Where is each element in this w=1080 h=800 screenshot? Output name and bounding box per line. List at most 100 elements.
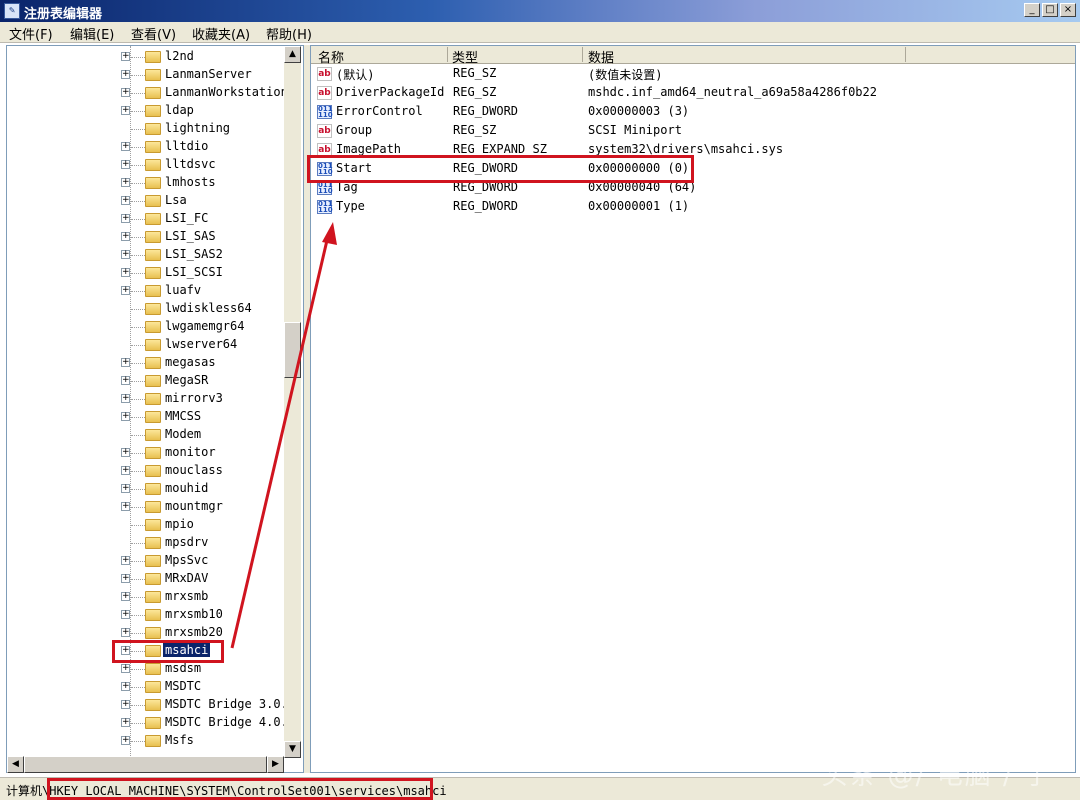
tree-item[interactable]: + Lsa [7, 192, 287, 210]
expand-toggle-icon[interactable]: + [121, 628, 130, 637]
expand-toggle-icon[interactable]: + [121, 448, 130, 457]
expand-toggle-icon[interactable]: + [121, 412, 130, 421]
expand-toggle-icon[interactable]: + [121, 682, 130, 691]
menu-view[interactable]: 查看(V) [131, 24, 176, 43]
tree-item[interactable]: + mountmgr [7, 498, 287, 516]
expand-toggle-icon[interactable]: + [121, 484, 130, 493]
value-row[interactable]: ab Group REG_SZ SCSI Miniport [311, 122, 1071, 141]
tree-item[interactable]: + LanmanWorkstation [7, 84, 288, 102]
expand-toggle-icon[interactable]: + [121, 286, 130, 295]
column-header-type[interactable]: 类型 [452, 47, 478, 66]
column-divider[interactable] [447, 47, 448, 62]
expand-toggle-icon[interactable]: + [121, 358, 130, 367]
maximize-button[interactable]: □ [1042, 3, 1058, 17]
close-button[interactable]: × [1060, 3, 1076, 17]
tree-item[interactable]: mpsdrv [7, 534, 287, 552]
tree-vertical-scrollbar[interactable]: ▲ ▼ [284, 46, 301, 758]
scroll-thumb[interactable] [284, 322, 301, 378]
menu-edit[interactable]: 编辑(E) [70, 24, 114, 43]
tree-item[interactable]: + MegaSR [7, 372, 287, 390]
expand-toggle-icon[interactable]: + [121, 556, 130, 565]
registry-tree[interactable]: + l2nd + LanmanServer + LanmanWorkstation + lda… [6, 45, 304, 773]
column-divider[interactable] [905, 47, 906, 62]
column-divider[interactable] [582, 47, 583, 62]
expand-toggle-icon[interactable]: + [121, 160, 130, 169]
tree-item[interactable]: lwdiskless64 [7, 300, 287, 318]
scroll-left-button[interactable]: ◀ [7, 756, 24, 773]
tree-item[interactable]: + megasas [7, 354, 287, 372]
value-row[interactable]: ab (默认) REG_SZ (数值未设置) [311, 65, 1071, 84]
expand-toggle-icon[interactable]: + [121, 196, 130, 205]
menu-help[interactable]: 帮助(H) [266, 24, 312, 43]
expand-toggle-icon[interactable]: + [121, 664, 130, 673]
expand-toggle-icon[interactable]: + [121, 574, 130, 583]
tree-item[interactable]: lwgamemgr64 [7, 318, 287, 336]
value-row[interactable]: 011 110 ErrorControl REG_DWORD 0x00000003 (… [311, 103, 1071, 122]
menu-favorites[interactable]: 收藏夹(A) [192, 24, 250, 43]
tree-item[interactable]: Modem [7, 426, 287, 444]
expand-toggle-icon[interactable]: + [121, 268, 130, 277]
tree-item[interactable]: + mrxsmb [7, 588, 287, 606]
expand-toggle-icon[interactable]: + [121, 466, 130, 475]
tree-item[interactable]: + LSI_SAS [7, 228, 287, 246]
expand-toggle-icon[interactable]: + [121, 52, 130, 61]
tree-item[interactable]: + MSDTC Bridge 3.0.0 [7, 696, 295, 714]
menu-file[interactable]: 文件(F) [9, 24, 53, 43]
tree-item[interactable]: + mouclass [7, 462, 287, 480]
tree-item[interactable]: + lltdsvc [7, 156, 287, 174]
expand-toggle-icon[interactable]: + [121, 736, 130, 745]
tree-item[interactable]: + ldap [7, 102, 287, 120]
menu-bar: 文件(F) 编辑(E) 查看(V) 收藏夹(A) 帮助(H) [0, 22, 1080, 43]
tree-item[interactable]: + LSI_SCSI [7, 264, 287, 282]
expand-toggle-icon[interactable]: + [121, 214, 130, 223]
tree-item[interactable]: + MSDTC Bridge 4.0.0 [7, 714, 295, 732]
expand-toggle-icon[interactable]: + [121, 394, 130, 403]
expand-toggle-icon[interactable]: + [121, 610, 130, 619]
value-row[interactable]: ab DriverPackageId REG_SZ mshdc.inf_amd64_n… [311, 84, 1071, 103]
tree-item-label: MSDTC Bridge 4.0.0 [165, 715, 296, 729]
tree-item[interactable]: + LanmanServer [7, 66, 287, 84]
tree-item[interactable]: lightning [7, 120, 287, 138]
tree-item[interactable]: + mouhid [7, 480, 287, 498]
tree-item[interactable]: + MRxDAV [7, 570, 287, 588]
tree-item[interactable]: + LSI_SAS2 [7, 246, 287, 264]
tree-horizontal-scrollbar[interactable]: ◀ ▶ [7, 756, 284, 773]
horizontal-scroll-thumb[interactable] [24, 756, 267, 773]
tree-item[interactable]: + Msfs [7, 732, 287, 750]
tree-item[interactable]: + mrxsmb10 [7, 606, 287, 624]
tree-item[interactable]: + monitor [7, 444, 287, 462]
column-header-name[interactable]: 名称 [318, 47, 344, 66]
tree-item[interactable]: + MpsSvc [7, 552, 287, 570]
expand-toggle-icon[interactable]: + [121, 502, 130, 511]
expand-toggle-icon[interactable]: + [121, 592, 130, 601]
tree-item[interactable]: + luafv [7, 282, 287, 300]
tree-item[interactable]: + MMCSS [7, 408, 287, 426]
expand-toggle-icon[interactable]: + [121, 718, 130, 727]
tree-item[interactable]: + MSDTC [7, 678, 287, 696]
scroll-up-button[interactable]: ▲ [284, 46, 301, 63]
folder-icon [145, 123, 161, 135]
tree-item-label: Lsa [165, 193, 187, 207]
expand-toggle-icon[interactable]: + [121, 106, 130, 115]
expand-toggle-icon[interactable]: + [121, 88, 130, 97]
value-row[interactable]: 011 110 Type REG_DWORD 0x00000001 (1) [311, 198, 1071, 217]
expand-toggle-icon[interactable]: + [121, 178, 130, 187]
folder-icon [145, 735, 161, 747]
column-header-data[interactable]: 数据 [588, 47, 614, 66]
tree-item[interactable]: lwserver64 [7, 336, 287, 354]
tree-item[interactable]: + LSI_FC [7, 210, 287, 228]
scroll-right-button[interactable]: ▶ [267, 756, 284, 773]
tree-item[interactable]: + l2nd [7, 48, 287, 66]
expand-toggle-icon[interactable]: + [121, 232, 130, 241]
tree-item[interactable]: + lltdio [7, 138, 287, 156]
expand-toggle-icon[interactable]: + [121, 142, 130, 151]
expand-toggle-icon[interactable]: + [121, 376, 130, 385]
expand-toggle-icon[interactable]: + [121, 250, 130, 259]
tree-item[interactable]: mpio [7, 516, 287, 534]
expand-toggle-icon[interactable]: + [121, 70, 130, 79]
minimize-button[interactable]: _ [1024, 3, 1040, 17]
tree-item[interactable]: + mirrorv3 [7, 390, 287, 408]
tree-item[interactable]: + lmhosts [7, 174, 287, 192]
scroll-down-button[interactable]: ▼ [284, 741, 301, 758]
expand-toggle-icon[interactable]: + [121, 700, 130, 709]
